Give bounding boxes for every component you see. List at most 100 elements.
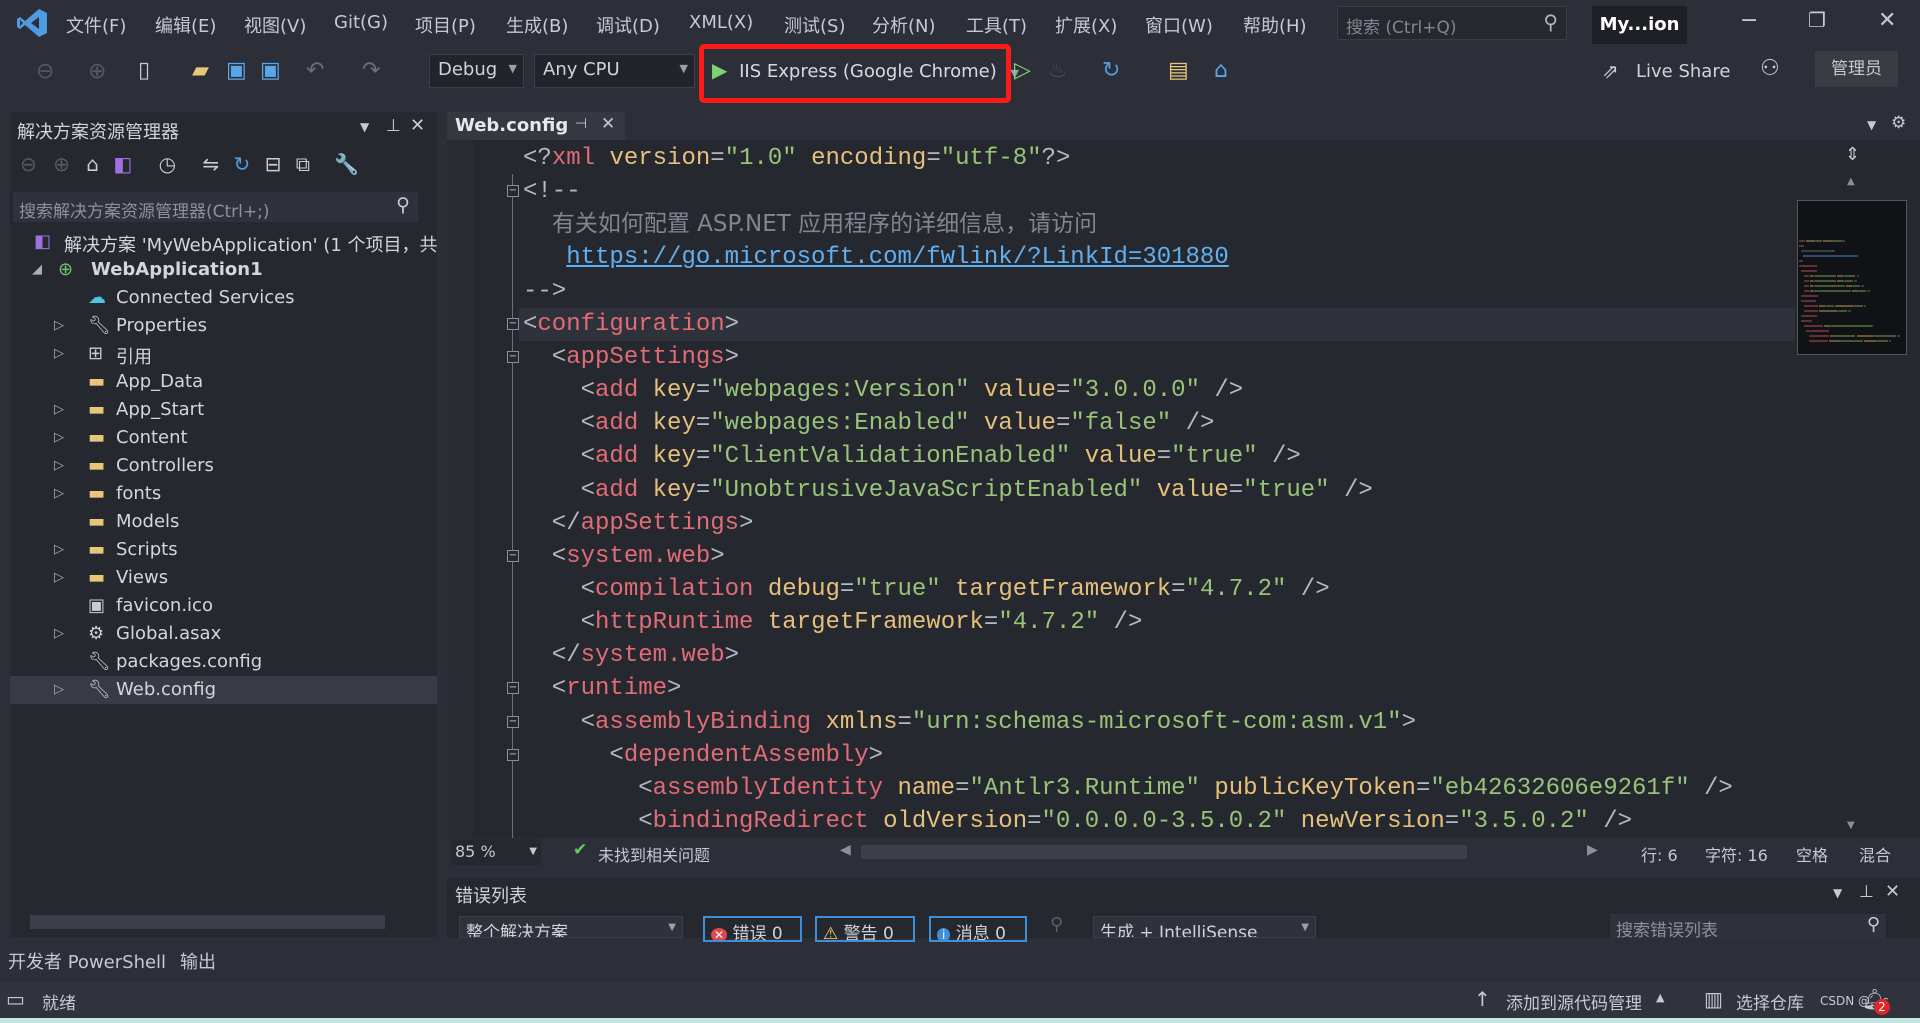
admin-badge[interactable]: 管理员 bbox=[1815, 51, 1898, 87]
tree-item[interactable]: ▷ ⚙ Global.asax bbox=[10, 620, 437, 648]
new-project-icon[interactable]: ▯ bbox=[138, 58, 150, 83]
scroll-right-arrow[interactable]: ▶ bbox=[1587, 842, 1598, 858]
scope-dropdown[interactable]: 整个解决方案 ▼ bbox=[459, 916, 683, 938]
code-line[interactable]: https://go.microsoft.com/fwlink/?LinkId=… bbox=[523, 241, 1229, 274]
show-all-files-icon[interactable]: ⧉ bbox=[296, 152, 310, 176]
pin-icon[interactable]: ⊥ bbox=[386, 116, 401, 136]
tree-item[interactable]: ◧ 解决方案 'MyWebApplication' (1 个项目，共 bbox=[10, 228, 438, 256]
expand-arrow-icon[interactable]: ▷ bbox=[54, 346, 64, 361]
tab-output[interactable]: 输出 bbox=[180, 948, 216, 974]
menu-item[interactable]: 工具(T) bbox=[966, 12, 1027, 38]
tree-item[interactable]: ☁ Connected Services bbox=[10, 284, 437, 312]
scroll-down-arrow[interactable]: ▼ bbox=[1847, 820, 1855, 831]
live-share-icon[interactable]: ⇗ bbox=[1602, 59, 1619, 83]
source-dropdown[interactable]: 生成 + IntelliSense ▼ bbox=[1093, 916, 1316, 938]
tab-list-dropdown[interactable]: ▼ bbox=[1867, 118, 1876, 132]
expand-arrow-icon[interactable]: ▷ bbox=[54, 570, 64, 585]
forward-icon[interactable]: ⊕ bbox=[53, 152, 70, 176]
tab-developer-powershell[interactable]: 开发者 PowerShell bbox=[8, 948, 166, 974]
tree-item[interactable]: ▷ ▬ Views bbox=[10, 564, 437, 592]
refresh-icon[interactable]: ↻ bbox=[234, 152, 251, 176]
expand-arrow-icon[interactable]: ▷ bbox=[54, 402, 64, 417]
start-debugging-button[interactable]: ▶ IIS Express (Google Chrome) ▼ bbox=[712, 58, 1019, 88]
menu-item[interactable]: 调试(D) bbox=[596, 12, 660, 38]
code-line[interactable]: <appSettings> bbox=[523, 341, 739, 374]
split-handle-icon[interactable]: ⇕ bbox=[1845, 144, 1860, 165]
line-ending-indicator[interactable]: 混合 bbox=[1859, 842, 1891, 866]
code-line[interactable]: <add key="webpages:Enabled" value="false… bbox=[523, 407, 1215, 440]
platform-dropdown[interactable]: Any CPU ▼ bbox=[534, 54, 695, 88]
expand-arrow-icon[interactable]: ▷ bbox=[54, 626, 64, 641]
close-icon[interactable]: ✕ bbox=[1885, 881, 1900, 902]
zoom-dropdown[interactable]: 85 % ▼ bbox=[451, 839, 541, 865]
home-icon[interactable]: ⌂ bbox=[86, 152, 99, 176]
tree-item[interactable]: ▷ ▬ App_Start bbox=[10, 396, 437, 424]
collapse-arrow-icon[interactable]: ◢ bbox=[32, 262, 42, 277]
collapse-all-icon[interactable]: ⊟ bbox=[265, 152, 282, 176]
pin-icon[interactable]: ⊣ bbox=[575, 116, 587, 132]
expand-arrow-icon[interactable]: ▷ bbox=[54, 486, 64, 501]
panel-menu-icon[interactable]: ▼ bbox=[360, 120, 369, 134]
fold-toggle-icon[interactable]: − bbox=[507, 682, 519, 695]
redo-icon[interactable]: ↷ bbox=[362, 58, 380, 83]
code-line[interactable]: </appSettings> bbox=[523, 507, 754, 540]
tree-item[interactable]: ▬ App_Data bbox=[10, 368, 437, 396]
close-tab-icon[interactable]: ✕ bbox=[601, 114, 615, 134]
expand-arrow-icon[interactable]: ▷ bbox=[54, 682, 64, 697]
tree-item[interactable]: ▬ Models bbox=[10, 508, 437, 536]
menu-item[interactable]: 帮助(H) bbox=[1243, 12, 1307, 38]
tree-item[interactable]: ▷ ▬ Controllers bbox=[10, 452, 437, 480]
menu-item[interactable]: 分析(N) bbox=[872, 12, 936, 38]
code-line[interactable]: </system.web> bbox=[523, 639, 739, 672]
menu-item[interactable]: 文件(F) bbox=[66, 12, 126, 38]
expand-arrow-icon[interactable]: ▷ bbox=[54, 318, 64, 333]
solution-name-badge[interactable]: My...ion bbox=[1592, 6, 1687, 44]
warnings-filter-button[interactable]: ⚠ 警告 0 bbox=[815, 916, 915, 942]
code-line[interactable]: --> bbox=[523, 275, 566, 308]
menu-item[interactable]: 编辑(E) bbox=[155, 12, 216, 38]
feedback-icon[interactable]: ⚇ bbox=[1760, 56, 1780, 81]
tree-item[interactable]: ▷ 🔧︎ Web.config bbox=[10, 676, 437, 704]
code-line[interactable]: <dependentAssembly> bbox=[523, 739, 883, 772]
save-icon[interactable]: ▣ bbox=[226, 58, 247, 83]
expand-arrow-icon[interactable]: ▷ bbox=[54, 458, 64, 473]
switch-views-icon[interactable]: ◧ bbox=[113, 152, 132, 176]
menu-item[interactable]: 视图(V) bbox=[244, 12, 306, 38]
minimize-button[interactable]: − bbox=[1740, 8, 1758, 33]
browse-folder-icon[interactable]: ▤ bbox=[1168, 58, 1189, 83]
tree-item[interactable]: ▷ ▬ Content bbox=[10, 424, 437, 452]
solution-search-input[interactable]: 搜索解决方案资源管理器(Ctrl+;) ⚲ bbox=[13, 192, 418, 222]
sync-icon[interactable]: ⇋ bbox=[202, 152, 219, 176]
tab-web-config[interactable]: Web.config ⊣ ✕ bbox=[447, 112, 625, 140]
char-indicator[interactable]: 字符: 16 bbox=[1705, 842, 1768, 866]
fold-toggle-icon[interactable]: − bbox=[507, 317, 519, 330]
code-line[interactable]: <compilation debug="true" targetFramewor… bbox=[523, 573, 1330, 606]
expand-arrow-icon[interactable]: ▷ bbox=[54, 542, 64, 557]
code-line[interactable]: <runtime> bbox=[523, 672, 682, 705]
settings-icon[interactable]: ⚙ bbox=[1891, 113, 1906, 133]
forward-icon[interactable]: ⊕ bbox=[88, 59, 106, 84]
tree-item[interactable]: ▷ ▬ fonts bbox=[10, 480, 437, 508]
menu-item[interactable]: 窗口(W) bbox=[1145, 12, 1213, 38]
code-line[interactable]: <!-- bbox=[523, 175, 581, 208]
undo-icon[interactable]: ↶ bbox=[306, 58, 324, 83]
menu-item[interactable]: 项目(P) bbox=[415, 12, 476, 38]
menu-item[interactable]: 扩展(X) bbox=[1055, 12, 1117, 38]
publish-icon[interactable]: ⌂ bbox=[1214, 58, 1228, 83]
add-to-source-control-button[interactable]: 添加到源代码管理 bbox=[1506, 989, 1642, 1014]
start-without-debugging-icon[interactable]: ▷ bbox=[1014, 58, 1031, 83]
minimap-viewport[interactable] bbox=[1797, 200, 1907, 355]
code-line[interactable]: <add key="UnobtrusiveJavaScriptEnabled" … bbox=[523, 474, 1373, 507]
restore-button[interactable]: ❐ bbox=[1808, 8, 1826, 32]
tree-item[interactable]: 🔧︎ packages.config bbox=[10, 648, 437, 676]
scroll-up-arrow[interactable]: ▲ bbox=[1847, 176, 1855, 187]
save-all-icon[interactable]: ▣ bbox=[260, 58, 281, 83]
code-line[interactable]: <configuration> bbox=[523, 308, 739, 341]
menu-item[interactable]: XML(X) bbox=[689, 12, 753, 33]
fold-toggle-icon[interactable]: − bbox=[507, 185, 519, 198]
minimap[interactable]: ⇕ ▲ ▼ bbox=[1795, 140, 1910, 840]
fold-toggle-icon[interactable]: − bbox=[507, 350, 519, 363]
configuration-dropdown[interactable]: Debug ▼ bbox=[429, 54, 524, 88]
back-icon[interactable]: ⊖ bbox=[20, 152, 37, 176]
properties-wrench-icon[interactable]: 🔧 bbox=[334, 152, 359, 176]
